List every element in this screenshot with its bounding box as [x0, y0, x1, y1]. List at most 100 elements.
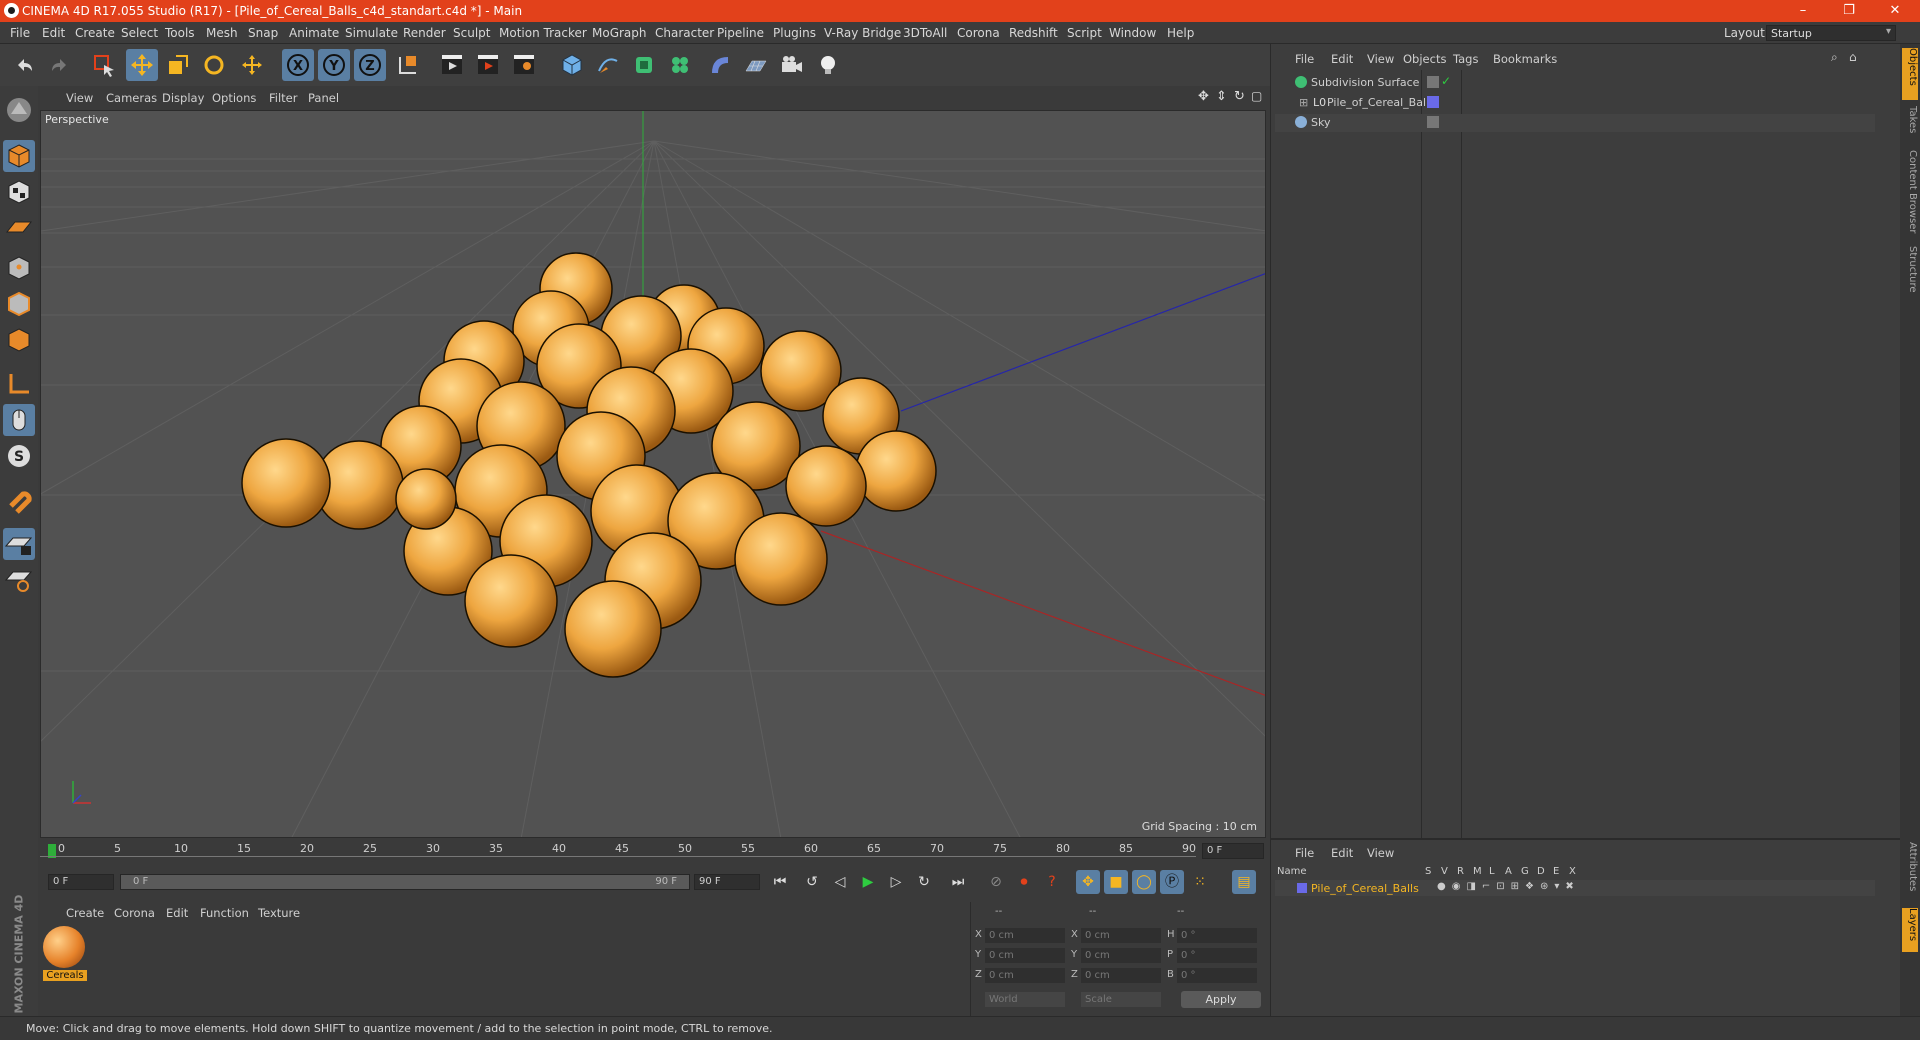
menu-plugins[interactable]: Plugins [773, 26, 816, 40]
render-view-icon[interactable] [436, 49, 468, 81]
menu-select[interactable]: Select [121, 26, 158, 40]
viewport-menu-panel[interactable]: Panel [308, 91, 339, 105]
layers-menu-file[interactable]: File [1295, 846, 1314, 860]
objects-menu-edit[interactable]: Edit [1331, 52, 1353, 66]
texture-mode-icon[interactable] [3, 176, 35, 208]
viewport-rotate-icon[interactable]: ↻ [1234, 89, 1245, 104]
edges-mode-icon[interactable] [3, 288, 35, 320]
layers-menu-edit[interactable]: Edit [1331, 846, 1353, 860]
previous-frame-icon[interactable]: ◁ [828, 870, 852, 894]
home-icon[interactable]: ⌂ [1849, 50, 1857, 64]
planar-workplane-icon[interactable] [3, 564, 35, 596]
layer-color-icon[interactable] [1297, 883, 1307, 893]
scale-tool-icon[interactable] [162, 49, 194, 81]
rotation-p-field[interactable]: 0 ° [1177, 948, 1257, 963]
cereal-balls-pile[interactable] [241, 252, 937, 678]
material-menu-create[interactable]: Create [66, 906, 104, 920]
record-active-icon[interactable]: ⏺ [1012, 870, 1036, 894]
layout-dropdown[interactable]: Startup ▾ [1766, 25, 1896, 41]
expand-icon[interactable]: ⊞ [1299, 96, 1308, 109]
magnet-icon[interactable] [3, 484, 35, 516]
menu-simulate[interactable]: Simulate [345, 26, 398, 40]
key-rotation-icon[interactable]: ◯ [1132, 870, 1156, 894]
subdivision-surface-icon[interactable] [628, 49, 660, 81]
perspective-viewport[interactable]: Perspective Grid Spacing : 10 cm [40, 110, 1266, 838]
previous-key-icon[interactable]: ↺ [800, 870, 824, 894]
object-row[interactable]: Sky [1275, 114, 1875, 132]
locked-workplane-icon[interactable] [3, 528, 35, 560]
y-axis-lock-icon[interactable]: Y [318, 49, 350, 81]
menu-animate[interactable]: Animate [289, 26, 339, 40]
rotation-b-field[interactable]: 0 ° [1177, 968, 1257, 983]
viewport-menu-cameras[interactable]: Cameras [106, 91, 157, 105]
menu-script[interactable]: Script [1067, 26, 1102, 40]
restore-button[interactable]: ❐ [1826, 0, 1872, 22]
floor-icon[interactable] [740, 49, 772, 81]
objects-menu-tags[interactable]: Tags [1453, 52, 1478, 66]
search-icon[interactable]: ⌕ [1831, 50, 1838, 65]
material-menu-corona[interactable]: Corona [114, 906, 155, 920]
viewport-maximize-icon[interactable]: ▢ [1251, 89, 1262, 103]
material-menu-function[interactable]: Function [200, 906, 249, 920]
position-y-field[interactable]: 0 cm [985, 948, 1065, 963]
position-z-field[interactable]: 0 cm [985, 968, 1065, 983]
tab-structure[interactable]: Structure [1902, 246, 1918, 300]
menu-mograph[interactable]: MoGraph [592, 26, 647, 40]
menu-corona[interactable]: Corona [957, 26, 1000, 40]
menu-window[interactable]: Window [1109, 26, 1156, 40]
menu-pipeline[interactable]: Pipeline [717, 26, 764, 40]
menu-create[interactable]: Create [75, 26, 115, 40]
world-dropdown[interactable]: World [985, 992, 1065, 1007]
viewport-menu-display[interactable]: Display [162, 91, 204, 105]
close-button[interactable]: ✕ [1872, 0, 1918, 22]
cloner-icon[interactable] [664, 49, 696, 81]
object-row[interactable]: ⊞ L0 Pile_of_Cereal_Balls [1275, 94, 1875, 112]
model-mode-icon[interactable] [3, 140, 35, 172]
layer-color-icon[interactable] [1427, 96, 1439, 108]
menu-file[interactable]: File [10, 26, 30, 40]
objects-menu-bookmarks[interactable]: Bookmarks [1493, 52, 1557, 66]
z-axis-lock-icon[interactable]: Z [354, 49, 386, 81]
size-y-field[interactable]: 0 cm [1081, 948, 1161, 963]
key-position-icon[interactable]: ✥ [1076, 870, 1100, 894]
tweak-mode-icon[interactable] [3, 404, 35, 436]
x-axis-lock-icon[interactable]: X [282, 49, 314, 81]
autokeying-icon[interactable]: ? [1040, 870, 1064, 894]
objects-menu-objects[interactable]: Objects [1403, 52, 1446, 66]
viewport-zoom-icon[interactable]: ⇕ [1216, 89, 1227, 104]
cube-icon[interactable] [556, 49, 588, 81]
material-menu-texture[interactable]: Texture [258, 906, 300, 920]
move-tool-icon[interactable] [126, 49, 158, 81]
apply-button[interactable]: Apply [1181, 991, 1261, 1008]
key-parameter-icon[interactable]: Ⓟ [1160, 870, 1184, 894]
pen-spline-icon[interactable] [592, 49, 624, 81]
material-swatch[interactable]: Cereals [43, 926, 87, 984]
rotate-tool-icon[interactable] [198, 49, 230, 81]
camera-icon[interactable] [776, 49, 808, 81]
menu-motion-tracker[interactable]: Motion Tracker [499, 26, 587, 40]
tab-content-browser[interactable]: Content Browser [1902, 150, 1918, 242]
viewport-menu-options[interactable]: Options [212, 91, 256, 105]
size-x-field[interactable]: 0 cm [1081, 928, 1161, 943]
deformer-icon[interactable] [704, 49, 736, 81]
key-point-level-icon[interactable]: ⁙ [1188, 870, 1212, 894]
menu-snap[interactable]: Snap [248, 26, 278, 40]
timeline-window-icon[interactable]: ▤ [1232, 870, 1256, 894]
material-menu-edit[interactable]: Edit [166, 906, 188, 920]
position-x-field[interactable]: 0 cm [985, 928, 1065, 943]
polygons-mode-icon[interactable] [3, 324, 35, 356]
undo-button[interactable] [8, 49, 40, 81]
viewport-menu-filter[interactable]: Filter [269, 91, 297, 105]
redo-button[interactable] [44, 49, 76, 81]
layer-tag-icon[interactable] [1427, 76, 1439, 88]
menu-character[interactable]: Character [655, 26, 714, 40]
play-icon[interactable]: ▶ [856, 870, 880, 894]
viewport-pan-icon[interactable]: ✥ [1198, 89, 1209, 104]
coordinate-system-icon[interactable] [392, 49, 424, 81]
object-row[interactable]: Subdivision Surface ✓ [1275, 74, 1875, 92]
menu-help[interactable]: Help [1167, 26, 1194, 40]
key-scale-icon[interactable]: ■ [1104, 870, 1128, 894]
go-to-end-icon[interactable]: ⏭ [946, 870, 970, 894]
end-frame-field[interactable]: 90 F [694, 874, 760, 890]
transform-tool-icon[interactable] [236, 49, 268, 81]
